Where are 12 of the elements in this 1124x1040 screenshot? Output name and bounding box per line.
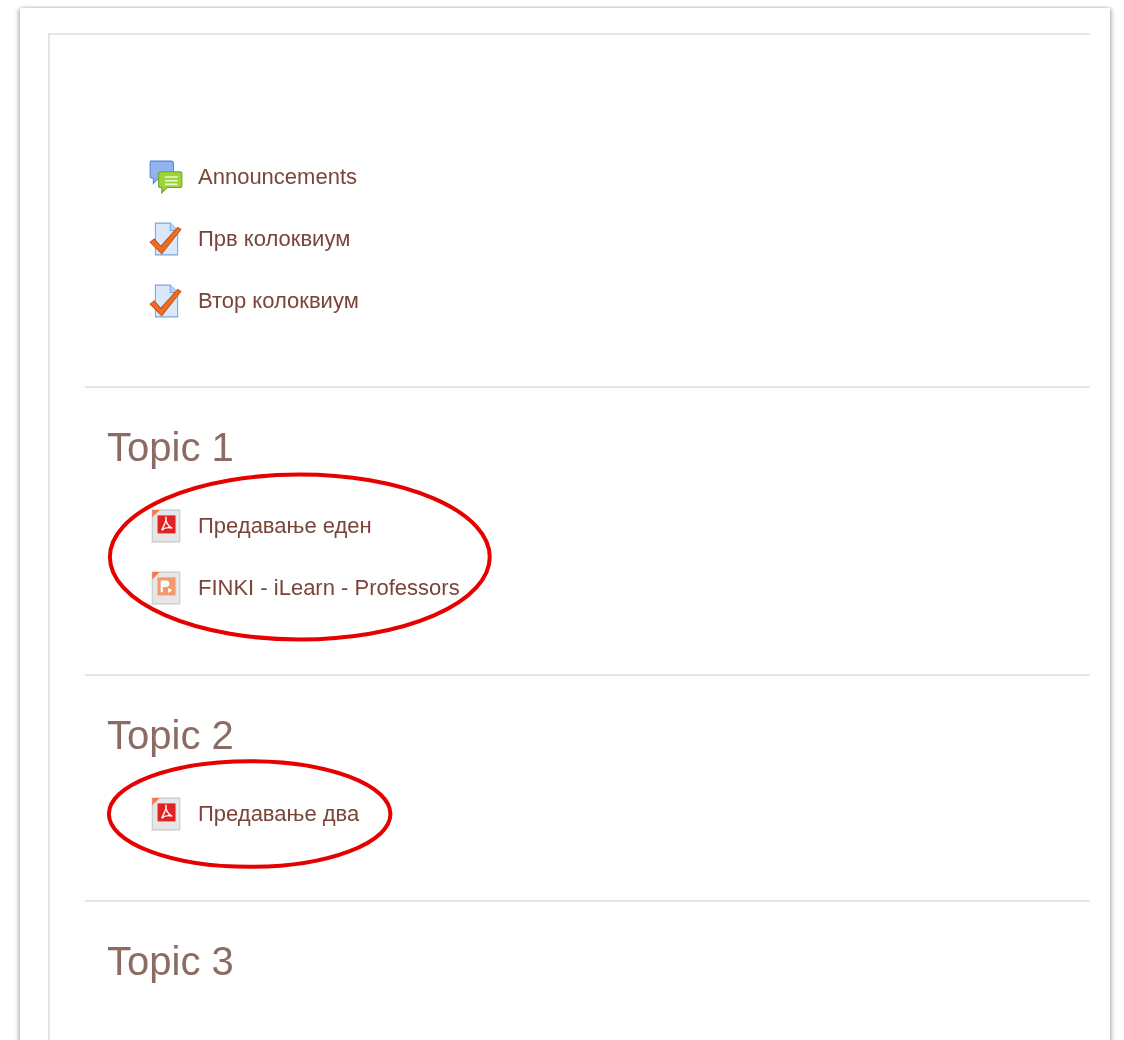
activity-link[interactable]: Announcements xyxy=(198,164,357,190)
activity-link[interactable]: Втор колоквиум xyxy=(198,288,359,314)
section-heading: Topic 2 xyxy=(107,712,235,759)
activity-link[interactable]: Предавање еден xyxy=(198,513,372,539)
activity-link[interactable]: Предавање два xyxy=(198,801,360,827)
checkmark-document-icon xyxy=(148,283,184,319)
section-heading: Topic 3 xyxy=(107,938,235,985)
checkmark-document-icon xyxy=(148,221,184,257)
speech-bubbles-icon xyxy=(148,159,184,195)
activity-link[interactable]: FINKI - iLearn - Professors xyxy=(198,575,460,601)
activity-link[interactable]: Прв колоквиум xyxy=(198,226,351,252)
section-heading: Topic 1 xyxy=(107,424,235,471)
